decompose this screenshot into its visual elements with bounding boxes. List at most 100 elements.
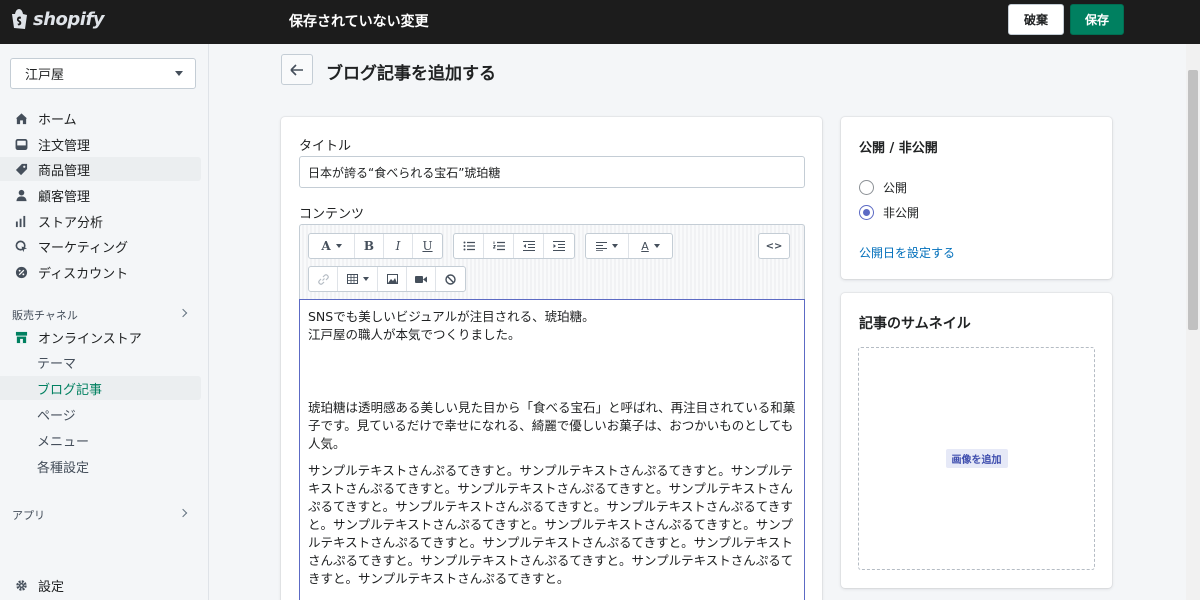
indent-icon: [553, 241, 565, 251]
sidebar-subitem-blog-posts[interactable]: ブログ記事: [0, 376, 201, 400]
content-editor[interactable]: SNSでも美しいビジュアルが注目される、琥珀糖。 江戸屋の職人が本気でつくりまし…: [299, 299, 805, 600]
sidebar-subitem-menu[interactable]: メニュー: [0, 428, 201, 452]
sidebar-item-marketing[interactable]: マーケティング: [0, 234, 201, 258]
radio-button-selected[interactable]: [859, 205, 874, 220]
sidebar-item-analytics[interactable]: ストア分析: [0, 209, 201, 233]
scrollbar-thumb[interactable]: [1188, 70, 1198, 330]
bold-button[interactable]: B: [355, 234, 384, 258]
numbered-list-button[interactable]: [484, 234, 514, 258]
radio-label: 非公開: [883, 206, 920, 220]
bullet-list-icon: [463, 241, 475, 251]
insert-image-button[interactable]: [378, 267, 407, 291]
sidebar-item-home[interactable]: ホーム: [0, 106, 201, 130]
link-button[interactable]: [309, 267, 338, 291]
store-selector[interactable]: 江戸屋: [10, 58, 196, 89]
sidebar-item-label: オンラインストア: [38, 331, 142, 347]
sidebar-subitem-pages[interactable]: ページ: [0, 402, 201, 426]
gear-icon: [14, 578, 28, 592]
image-icon: [386, 274, 398, 284]
store-name: 江戸屋: [25, 68, 65, 83]
sidebar-item-label: ホーム: [38, 112, 77, 128]
outdent-icon: [522, 241, 535, 251]
store-icon: [14, 330, 28, 344]
sidebar: 江戸屋 ホーム 注文管理 商品管理 顧客管理 ストア分析 マーケティング ディス…: [0, 44, 209, 600]
indent-button[interactable]: [544, 234, 574, 258]
analytics-icon: [14, 214, 28, 228]
page-scrollbar[interactable]: [1186, 44, 1200, 600]
marketing-icon: [14, 239, 28, 253]
table-icon: [346, 274, 358, 284]
chevron-down-icon: [335, 244, 342, 248]
radio-button[interactable]: [859, 180, 874, 195]
chevron-down-icon: [362, 277, 369, 281]
sidebar-item-customers[interactable]: 顧客管理: [0, 183, 201, 207]
chevron-down-icon: [175, 71, 183, 76]
sidebar-item-orders[interactable]: 注文管理: [0, 132, 201, 156]
sidebar-item-products[interactable]: 商品管理: [0, 157, 201, 181]
image-dropzone[interactable]: 画像を追加: [858, 347, 1095, 570]
block-icon: [445, 273, 456, 285]
code-group: <>: [758, 233, 790, 259]
radio-visible[interactable]: 公開: [859, 179, 907, 196]
clear-formatting-button[interactable]: [436, 267, 465, 291]
set-publish-date-link[interactable]: 公開日を設定する: [859, 244, 955, 261]
chevron-right-icon[interactable]: [178, 308, 188, 318]
chevron-down-icon: [653, 244, 660, 248]
shopify-logo[interactable]: shopify: [9, 8, 105, 30]
sidebar-item-label: 設定: [38, 579, 65, 595]
visibility-title: 公開 / 非公開: [859, 141, 938, 156]
outdent-button[interactable]: [514, 234, 544, 258]
content-paragraph: サンプルテキストさんぷるてきすと。サンプルテキストさんぷるてきすと。サンプルテキ…: [308, 463, 794, 586]
back-button[interactable]: [281, 54, 313, 85]
text-color-dropdown[interactable]: A: [629, 234, 672, 258]
add-image-button[interactable]: 画像を追加: [945, 449, 1008, 468]
home-icon: [14, 111, 28, 125]
content-paragraph: 琥珀糖は透明感ある美しい見た目から「食べる宝石」と呼ばれ、再注目されている和菓子…: [308, 400, 796, 451]
sidebar-item-label: ストア分析: [38, 215, 104, 231]
insert-video-button[interactable]: [407, 267, 436, 291]
numbered-list-icon: [492, 241, 505, 251]
title-label: タイトル: [299, 139, 352, 154]
sidebar-subitem-preferences[interactable]: 各種設定: [0, 454, 201, 478]
sidebar-item-online-store[interactable]: オンラインストア: [0, 325, 201, 349]
font-style-label: A: [321, 239, 331, 253]
title-input[interactable]: 日本が誇る“食べられる宝石”琥珀糖: [299, 156, 805, 188]
table-dropdown[interactable]: [338, 267, 378, 291]
html-view-button[interactable]: <>: [759, 234, 789, 258]
orders-icon: [14, 137, 28, 151]
radio-hidden[interactable]: 非公開: [859, 204, 919, 221]
discard-button[interactable]: 破棄: [1008, 4, 1064, 35]
insert-group: [308, 266, 466, 292]
shopify-bag-icon: [12, 9, 27, 29]
sidebar-item-discounts[interactable]: ディスカウント: [0, 260, 201, 284]
sidebar-item-settings[interactable]: 設定: [0, 573, 201, 597]
unsaved-changes-title: 保存されていない変更: [289, 14, 429, 30]
apps-label: アプリ: [12, 509, 45, 522]
list-group: [453, 233, 575, 259]
video-icon: [415, 275, 427, 283]
bullet-list-button[interactable]: [454, 234, 484, 258]
sales-channels-label: 販売チャネル: [12, 309, 78, 322]
text-color-icon: A: [641, 239, 649, 253]
sidebar-subitem-themes[interactable]: テーマ: [0, 350, 201, 374]
arrow-left-icon: [290, 63, 303, 76]
customer-icon: [14, 188, 28, 202]
underline-button[interactable]: U: [413, 234, 442, 258]
content-label: コンテンツ: [299, 207, 365, 222]
content-paragraph: SNSでも美しいビジュアルが注目される、琥珀糖。 江戸屋の職人が本気でつくりまし…: [308, 309, 595, 342]
align-dropdown[interactable]: [586, 234, 629, 258]
page-title: ブログ記事を追加する: [326, 64, 496, 84]
alignment-group: A: [585, 233, 673, 259]
align-left-icon: [596, 241, 607, 251]
radio-label: 公開: [883, 181, 908, 195]
chevron-down-icon: [612, 244, 618, 248]
sidebar-item-label: 顧客管理: [38, 189, 91, 205]
save-button[interactable]: 保存: [1070, 4, 1124, 35]
font-style-dropdown[interactable]: A: [309, 234, 355, 258]
thumbnail-title: 記事のサムネイル: [859, 316, 971, 332]
italic-button[interactable]: I: [384, 234, 413, 258]
visibility-card: 公開 / 非公開 公開 非公開 公開日を設定する: [841, 117, 1112, 279]
link-icon: [317, 273, 329, 285]
chevron-right-icon[interactable]: [178, 508, 188, 518]
discount-icon: [14, 265, 28, 279]
